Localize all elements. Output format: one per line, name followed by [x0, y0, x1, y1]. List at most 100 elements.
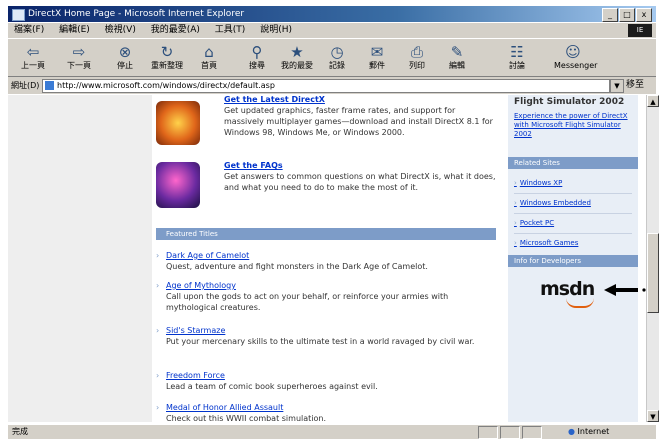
- maximize-button[interactable]: □: [619, 8, 635, 22]
- developers-header: Info for Developers: [508, 255, 638, 267]
- edit-icon: ✎: [450, 43, 464, 61]
- address-bar: 網址(D) http://www.microsoft.com/windows/d…: [8, 77, 656, 94]
- bullet-icon: ›: [156, 251, 160, 260]
- scroll-thumb[interactable]: [647, 233, 659, 313]
- refresh-button[interactable]: ↻ 重新整理: [148, 42, 186, 73]
- search-icon: ⚲: [251, 43, 263, 61]
- scroll-down-icon[interactable]: ▼: [647, 410, 659, 422]
- status-text: 完成: [12, 427, 28, 436]
- favorites-button[interactable]: ★ 我的最愛: [278, 42, 316, 73]
- discuss-icon: ☷: [510, 43, 524, 61]
- messenger-icon: ☺: [565, 43, 581, 61]
- list-item: › Sid's Starmaze Put your mercenary skil…: [156, 325, 496, 347]
- forward-arrow-icon: ⇨: [72, 43, 86, 61]
- featured-titles-header: Featured Titles: [156, 228, 496, 240]
- address-input[interactable]: http://www.microsoft.com/windows/directx…: [42, 79, 610, 93]
- feature-desc: Get updated graphics, faster frame rates…: [224, 106, 493, 137]
- address-dropdown-icon[interactable]: ▼: [610, 79, 624, 93]
- title-link[interactable]: Medal of Honor Allied Assault: [166, 402, 496, 413]
- history-icon: ◷: [330, 43, 344, 61]
- back-button[interactable]: ⇦ 上一頁: [14, 42, 52, 73]
- menu-edit[interactable]: 編輯(E): [53, 23, 96, 38]
- list-item: › Medal of Honor Allied Assault Check ou…: [156, 402, 496, 424]
- menu-bar: 檔案(F) 編輯(E) 檢視(V) 我的最愛(A) 工具(T) 說明(H) IE: [8, 23, 656, 39]
- related-link-pocket-pc[interactable]: › Pocket PC: [514, 219, 554, 227]
- feature-get-directx: Get the Latest DirectX Get updated graph…: [156, 95, 496, 153]
- related-link-windows-embedded[interactable]: › Windows Embedded: [514, 199, 591, 207]
- title-link[interactable]: Dark Age of Camelot: [166, 250, 496, 261]
- history-button[interactable]: ◷ 記錄: [318, 42, 356, 73]
- edit-button[interactable]: ✎ 編輯: [438, 42, 476, 73]
- vertical-scrollbar[interactable]: ▲ ▼: [646, 95, 659, 422]
- browser-window: DirectX Home Page - Microsoft Internet E…: [0, 0, 662, 442]
- address-label: 網址(D): [11, 81, 40, 90]
- related-link-microsoft-games[interactable]: › Microsoft Games: [514, 239, 578, 247]
- related-sites-header: Related Sites: [508, 157, 638, 169]
- title-desc: Lead a team of comic book superheroes ag…: [166, 382, 378, 391]
- close-button[interactable]: x: [636, 8, 652, 22]
- left-margin: [8, 95, 152, 422]
- mail-icon: ✉: [370, 43, 384, 61]
- menu-view[interactable]: 檢視(V): [99, 23, 142, 38]
- directx-logo-icon: [156, 101, 200, 145]
- minimize-button[interactable]: _: [602, 8, 618, 22]
- promo-link[interactable]: Experience the power of DirectX with Mic…: [514, 112, 634, 139]
- status-bar: 完成 ● Internet: [8, 424, 656, 439]
- status-cell: [478, 426, 498, 439]
- toolbar: ⇦ 上一頁 ⇨ 下一頁 ⊗ 停止 ↻ 重新整理 ⌂ 首頁 ⚲ 搜尋 ★ 我的最愛 ◷ 記錄 ✉ 郵…: [8, 39, 656, 77]
- menu-favorites[interactable]: 我的最愛(A): [145, 23, 206, 38]
- discuss-button[interactable]: ☷ 討論: [498, 42, 536, 73]
- bullet-icon: ›: [156, 371, 160, 380]
- address-url: http://www.microsoft.com/windows/directx…: [57, 81, 275, 90]
- title-desc: Put your mercenary skills to the ultimat…: [166, 337, 475, 346]
- list-item: › Dark Age of Camelot Quest, adventure a…: [156, 250, 496, 272]
- menu-file[interactable]: 檔案(F): [8, 23, 50, 38]
- internet-zone: ● Internet: [568, 427, 610, 436]
- title-link[interactable]: Freedom Force: [166, 370, 496, 381]
- search-button[interactable]: ⚲ 搜尋: [238, 42, 276, 73]
- scroll-up-icon[interactable]: ▲: [647, 95, 659, 107]
- stop-icon: ⊗: [118, 43, 132, 61]
- title-link[interactable]: Sid's Starmaze: [166, 325, 496, 336]
- favorites-icon: ★: [290, 43, 304, 61]
- go-button[interactable]: 移至: [626, 77, 644, 94]
- faq-icon: [156, 162, 200, 208]
- globe-icon: ●: [568, 427, 575, 436]
- promo-heading: Flight Simulator 2002: [514, 97, 625, 107]
- print-icon: ⎙: [410, 43, 423, 61]
- messenger-button[interactable]: ☺ Messenger: [554, 42, 597, 73]
- menu-help[interactable]: 說明(H): [254, 23, 298, 38]
- feature-desc: Get answers to common questions on what …: [224, 172, 496, 192]
- feature-link[interactable]: Get the Latest DirectX: [224, 94, 496, 105]
- bullet-icon: ›: [156, 281, 160, 290]
- bullet-icon: ›: [156, 326, 160, 335]
- bullet-icon: ›: [156, 403, 160, 412]
- msdn-logo[interactable]: msdn: [540, 278, 595, 300]
- title-desc: Check out this WWII combat simulation.: [166, 414, 327, 423]
- page-icon: [45, 81, 54, 90]
- title-link[interactable]: Age of Mythology: [166, 280, 496, 291]
- right-panel: Flight Simulator 2002 Experience the pow…: [508, 95, 638, 422]
- divider: [514, 233, 632, 234]
- back-arrow-icon: ⇦: [26, 43, 40, 61]
- title-bar: DirectX Home Page - Microsoft Internet E…: [8, 6, 656, 22]
- stop-button[interactable]: ⊗ 停止: [106, 42, 144, 73]
- list-item: › Age of Mythology Call upon the gods to…: [156, 280, 496, 313]
- title-desc: Call upon the gods to act on your behalf…: [166, 292, 449, 312]
- home-button[interactable]: ⌂ 首頁: [190, 42, 228, 73]
- related-link-windows-xp[interactable]: › Windows XP: [514, 179, 562, 187]
- forward-button[interactable]: ⇨ 下一頁: [60, 42, 98, 73]
- feature-faq: Get the FAQs Get answers to common quest…: [156, 160, 496, 214]
- refresh-icon: ↻: [160, 43, 174, 61]
- divider: [514, 213, 632, 214]
- status-cell: [500, 426, 520, 439]
- menu-tools[interactable]: 工具(T): [209, 23, 252, 38]
- home-icon: ⌂: [204, 43, 214, 61]
- ie-icon[interactable]: [12, 9, 25, 21]
- title-desc: Quest, adventure and fight monsters in t…: [166, 262, 428, 271]
- mail-button[interactable]: ✉ 郵件: [358, 42, 396, 73]
- divider: [514, 193, 632, 194]
- feature-link[interactable]: Get the FAQs: [224, 160, 496, 171]
- list-item: › Freedom Force Lead a team of comic boo…: [156, 370, 496, 392]
- print-button[interactable]: ⎙ 列印: [398, 42, 436, 73]
